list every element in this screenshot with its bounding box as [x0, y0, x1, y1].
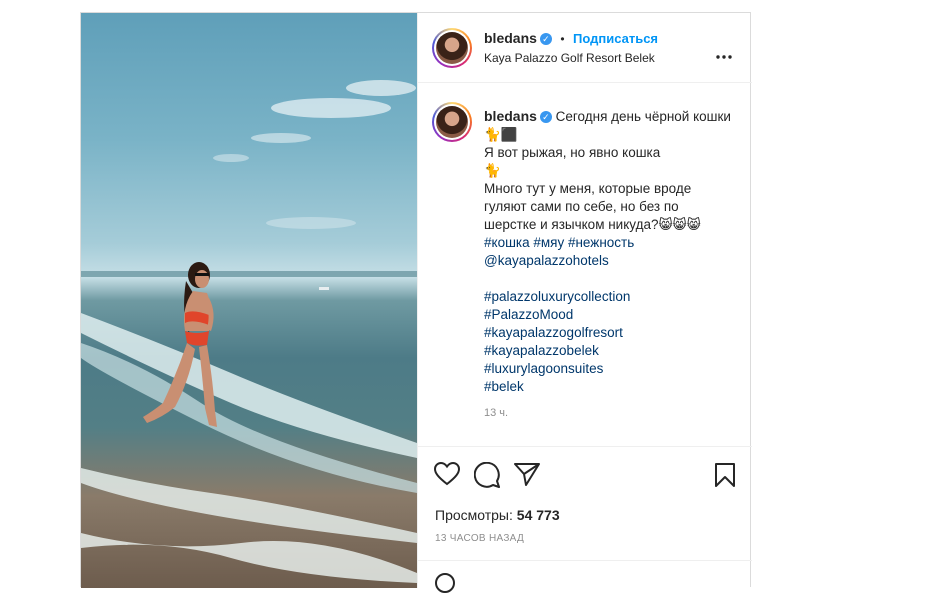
heart-icon[interactable] — [433, 461, 461, 491]
post-time-ago[interactable]: 13 ЧАСОВ НАЗАД — [435, 533, 524, 544]
caption-line: гуляют сами по себе, но без по — [484, 199, 679, 214]
instagram-post: bledans ✓ • Подписаться Kaya Palazzo Golf… — [80, 12, 752, 593]
post-sidebar: bledans ✓ • Подписаться Kaya Palazzo Golf… — [417, 13, 752, 593]
caption-hashtag[interactable]: #luxurylagoonsuites — [484, 360, 742, 378]
caption-first-line: bledans ✓ Сегодня день чёрной кошки — [484, 107, 742, 126]
post-photo[interactable] — [81, 13, 417, 588]
post-caption: bledans ✓ Сегодня день чёрной кошки 🐈⬛ Я … — [484, 107, 742, 422]
caption-hashtags[interactable]: #кошка #мяу #нежность — [484, 234, 742, 252]
emoji-icon[interactable] — [435, 573, 455, 593]
caption-mention[interactable]: @kayapalazzohotels — [484, 252, 742, 270]
caption-timestamp[interactable]: 13 ч. — [484, 404, 742, 422]
avatar-photo — [436, 32, 468, 64]
share-icon[interactable] — [514, 462, 540, 491]
location-link[interactable]: Kaya Palazzo Golf Resort Belek — [484, 51, 655, 65]
avatar[interactable] — [432, 28, 472, 68]
caption-line: Сегодня день чёрной кошки — [555, 109, 731, 124]
caption-line: Я вот рыжая, но явно кошка — [484, 145, 661, 160]
avatar-photo — [436, 106, 468, 138]
caption-line: Много тут у меня, которые вроде — [484, 181, 692, 196]
caption-avatar[interactable] — [432, 102, 472, 142]
header-username[interactable]: bledans — [484, 30, 537, 46]
caption-line: шерстке и язычком никуда?😸😸😸 — [484, 217, 701, 232]
views-value: 54 773 — [516, 507, 560, 523]
separator-dot: • — [560, 32, 565, 46]
post-actions: Просмотры: 54 773 13 ЧАСОВ НАЗАД — [418, 446, 752, 593]
divider — [418, 560, 752, 561]
caption-hashtag[interactable]: #palazzoluxurycollection — [484, 288, 742, 306]
caption-line: 🐈 — [484, 163, 501, 178]
verified-badge-icon: ✓ — [539, 111, 552, 123]
beach-photo-illustration — [81, 80, 417, 583]
header-title-row: bledans ✓ • Подписаться — [484, 30, 658, 48]
verified-badge-icon: ✓ — [539, 33, 552, 45]
more-options-icon[interactable] — [716, 43, 732, 64]
views-label: Просмотры: — [435, 507, 513, 523]
caption-hashtag[interactable]: #kayapalazzobelek — [484, 342, 742, 360]
views-count[interactable]: Просмотры: 54 773 — [435, 507, 560, 523]
comment-icon[interactable] — [473, 461, 500, 493]
follow-button[interactable]: Подписаться — [573, 31, 658, 46]
caption-line: 🐈⬛ — [484, 127, 518, 142]
caption-hashtag[interactable]: #PalazzoMood — [484, 306, 742, 324]
caption-username[interactable]: bledans — [484, 108, 537, 124]
post-header: bledans ✓ • Подписаться Kaya Palazzo Golf… — [418, 13, 752, 83]
caption-hashtag[interactable]: #belek — [484, 378, 742, 396]
bookmark-icon[interactable] — [714, 462, 736, 493]
caption-hashtag[interactable]: #kayapalazzogolfresort — [484, 324, 742, 342]
